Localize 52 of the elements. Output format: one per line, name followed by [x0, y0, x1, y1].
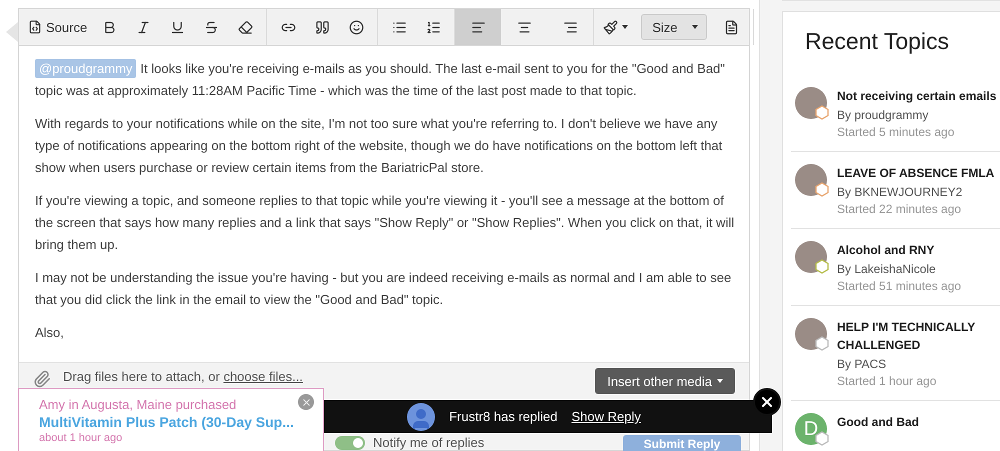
editor-paragraph: With regards to your notifications while on the site, I'm not too sure what you're referring to. I don't believe we have any type of notifications appearing on the bottom right of the website, though we do have notifications on the bottom left that show when users purchase or review certain items from the BariatricPal store.: [35, 115, 724, 177]
editor-paragraph: Also,: [35, 324, 65, 342]
topic-author: By LakeishaNicole: [837, 262, 937, 276]
underline-icon: [170, 20, 185, 34]
editor-paragraph: I may not be understanding the issue you're having - but you are indeed receiving e-mails as normal and I am able to see that you did click the link in the email to view the "Good and Bad" topic.: [35, 269, 732, 309]
purchase-time: about 1 hour ago: [39, 432, 124, 444]
italic-icon: [136, 20, 151, 34]
paintbrush-icon: [603, 20, 618, 34]
size-dropdown[interactable]: Size: [641, 14, 706, 40]
topic-author: By PACS: [837, 357, 888, 371]
topic-title-link[interactable]: HELP I'M TECHNICALLY CHALLENGED: [837, 318, 1000, 354]
topic-started-time: Started 5 minutes ago: [837, 125, 956, 139]
topic-title-link[interactable]: Not receiving certain emails: [837, 87, 996, 105]
notify-label: Notify me of replies: [373, 435, 484, 450]
strikethrough-icon: [204, 20, 219, 34]
caret-icon: [717, 379, 723, 383]
toast-message: Frustr8 has replied: [449, 409, 558, 424]
editor-paragraph: @proudgrammy It looks like you're receiving e-mails as you should. The last e-mail sent to you for the "Good and Bad" topic was at approximately 11:28AM Pacific Time - which was the time of the last post made to that topic.: [35, 58, 726, 100]
topic-title-link[interactable]: LEAVE OF ABSENCE FMLA: [837, 164, 994, 182]
topic-title-link[interactable]: Alcohol and RNY: [837, 241, 962, 259]
quote-icon: [314, 20, 330, 34]
numbered-list-icon: [426, 20, 441, 34]
align-left-button[interactable]: [455, 9, 502, 45]
sidebar-title: Recent Topics: [804, 27, 950, 56]
topic-started-time: Started 51 minutes ago: [837, 279, 962, 293]
attach-hint: Drag files here to attach, or choose files...: [63, 369, 304, 384]
caret-icon: [622, 25, 628, 29]
topic-title-link[interactable]: Good and Bad: [837, 413, 919, 431]
topic-started-time: Started 1 hour ago: [837, 374, 938, 388]
show-reply-link[interactable]: Show Reply: [572, 409, 641, 424]
align-right-icon: [562, 20, 578, 34]
close-icon: [759, 394, 775, 410]
code-file-icon: [28, 20, 42, 34]
user-avatar-icon: [407, 402, 436, 430]
close-icon: [300, 396, 312, 408]
align-center-icon: [516, 20, 532, 34]
bullet-list-icon: [392, 20, 407, 34]
document-icon: [724, 20, 739, 34]
paperclip-icon: [33, 370, 51, 388]
insert-media-button[interactable]: Insert other media: [595, 368, 735, 394]
topic-author: By proudgrammy: [837, 108, 930, 122]
caret-icon: [692, 25, 698, 29]
smiley-icon: [348, 20, 364, 34]
align-left-icon: [470, 20, 486, 34]
eraser-icon: [238, 20, 253, 34]
close-button[interactable]: [753, 388, 781, 416]
purchase-text: Amy in Augusta, Maine purchased: [39, 397, 238, 412]
topic-author: By BKNEWJOURNEY2: [837, 185, 964, 199]
editor-paragraph: If you're viewing a topic, and someone replies to that topic while you're viewing it - you'll see a message at the bottom of the screen that says how many replies and a link that says "Show Reply" or "Show Replies". When you click on that, it will bring them up.: [35, 192, 735, 254]
topic-started-time: Started 22 minutes ago: [837, 202, 962, 216]
choose-files-link[interactable]: choose files...: [223, 369, 303, 384]
source-button[interactable]: Source: [23, 9, 92, 45]
